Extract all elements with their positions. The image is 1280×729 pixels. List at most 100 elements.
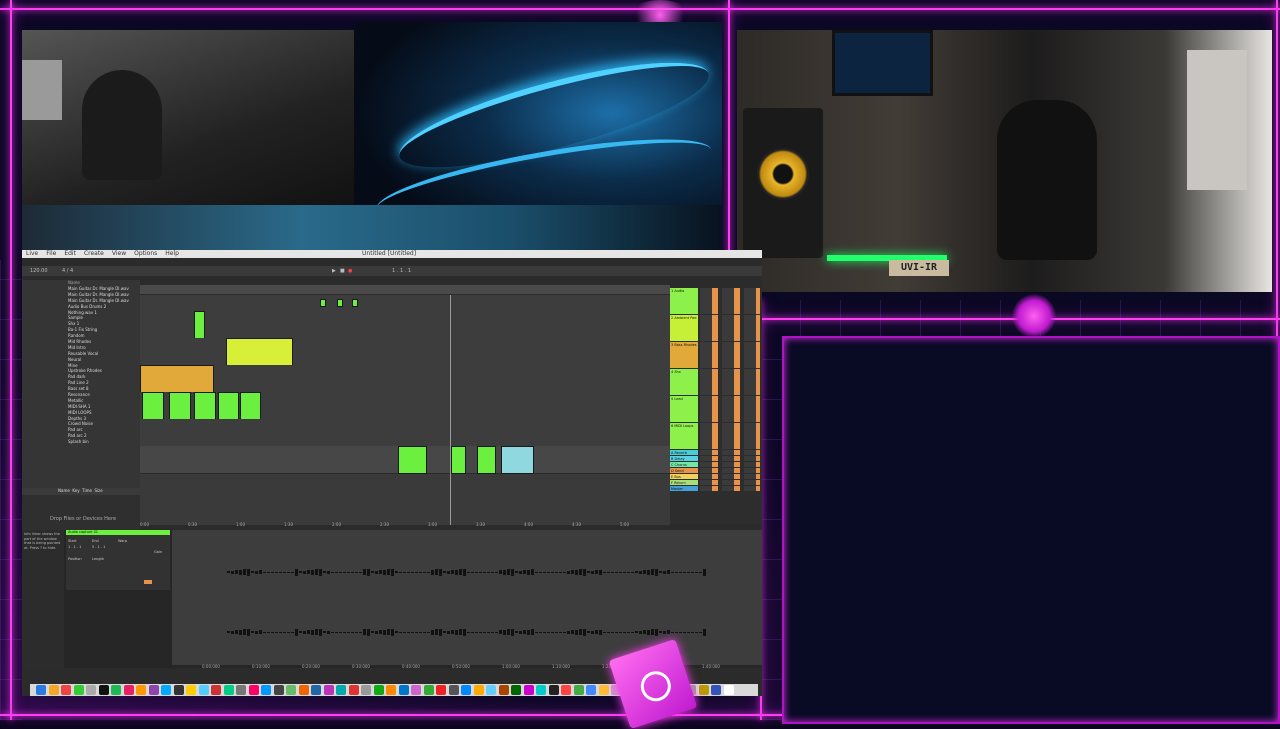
menu-item-help[interactable]: Help	[165, 250, 179, 257]
stop-button[interactable]: ■	[340, 266, 345, 276]
mixer-track-header[interactable]: E Bus	[670, 474, 698, 479]
dock-app-icon[interactable]	[136, 685, 146, 695]
dock-app-icon[interactable]	[436, 685, 446, 695]
dock-app-icon[interactable]	[348, 685, 359, 695]
dock-app-icon[interactable]	[111, 685, 121, 695]
dock-app-icon[interactable]	[273, 685, 284, 695]
midi-clip[interactable]	[218, 392, 239, 420]
dock-app-icon[interactable]	[536, 685, 546, 695]
record-button[interactable]: ●	[348, 266, 352, 276]
track-lane[interactable]	[140, 338, 670, 366]
browser-item[interactable]: Splash bin	[22, 439, 140, 445]
mixer-controls[interactable]	[700, 369, 760, 395]
dock-app-icon[interactable]	[498, 685, 509, 695]
mixer-controls[interactable]	[700, 396, 760, 422]
dock-app-icon[interactable]	[211, 685, 221, 695]
end-value[interactable]: 5 . 1 . 1	[92, 545, 105, 549]
browser-panel[interactable]: Name Main Guitar Dr. Mangle DI.wav Main G…	[22, 280, 140, 552]
mixer-controls[interactable]	[700, 450, 760, 455]
dock-app-icon[interactable]	[261, 685, 271, 695]
tempo-field[interactable]: 120.00	[30, 266, 48, 276]
mixer-controls[interactable]	[700, 480, 760, 485]
daw-window[interactable]: Live File Edit Create View Options Help Untitl…	[22, 250, 762, 696]
dock-app-icon[interactable]	[486, 685, 496, 695]
dock-app-icon[interactable]	[511, 685, 521, 695]
dock-app-icon[interactable]	[123, 685, 134, 695]
audio-clip[interactable]	[140, 365, 214, 393]
dock-app-icon[interactable]	[586, 685, 596, 695]
dock-app-icon[interactable]	[236, 685, 246, 695]
dock-app-icon[interactable]	[73, 685, 84, 695]
clip-name[interactable]: Audio capture 01	[66, 530, 170, 535]
mixer-controls[interactable]	[700, 342, 760, 368]
mixer-controls[interactable]	[700, 474, 760, 479]
mixer-track-header[interactable]: D Send	[670, 468, 698, 473]
midi-clip[interactable]	[477, 446, 496, 474]
dock-app-icon[interactable]	[173, 685, 184, 695]
dock-app-icon[interactable]	[711, 685, 721, 695]
dock-app-icon[interactable]	[448, 685, 459, 695]
mixer-track-header[interactable]: 5 Lead	[670, 396, 698, 422]
midi-clip[interactable]	[451, 446, 466, 474]
mixer-controls[interactable]	[700, 462, 760, 467]
track-lane[interactable]	[140, 419, 670, 447]
dock-app-icon[interactable]	[386, 685, 396, 695]
mixer-track-header[interactable]: 6 MIDI Loops	[670, 423, 698, 449]
track-lane[interactable]	[140, 392, 670, 420]
dock-app-icon[interactable]	[298, 685, 309, 695]
dock-app-icon[interactable]	[561, 685, 571, 695]
position-display[interactable]: 1 . 1 . 1	[392, 266, 411, 276]
dock-app-icon[interactable]	[423, 685, 434, 695]
audio-clip[interactable]	[501, 446, 534, 474]
mixer-track-header[interactable]: 3 Bass Rhodes	[670, 342, 698, 368]
loop-toggle[interactable]	[144, 580, 152, 584]
session-mixer[interactable]: 1 Audio 2 Ambient Pad 3 Bass Rhodes 4 Shx 5 …	[670, 288, 762, 524]
dock-app-icon[interactable]	[573, 685, 584, 695]
time-signature[interactable]: 4 / 4	[62, 266, 73, 276]
dock-app-icon[interactable]	[461, 685, 471, 695]
warp-label[interactable]: Warp	[118, 539, 127, 543]
dock-app-icon[interactable]	[86, 685, 96, 695]
dock-app-icon[interactable]	[473, 685, 484, 695]
dock-app-icon[interactable]	[186, 685, 196, 695]
mixer-controls[interactable]	[700, 486, 760, 491]
dock-app-icon[interactable]	[98, 685, 109, 695]
mixer-track-header[interactable]: 4 Shx	[670, 369, 698, 395]
dock-app-icon[interactable]	[61, 685, 71, 695]
midi-clip[interactable]	[352, 299, 358, 307]
dock-app-icon[interactable]	[248, 685, 259, 695]
midi-clip[interactable]	[337, 299, 343, 307]
menu-item-live[interactable]: Live	[26, 250, 38, 257]
menu-item-create[interactable]: Create	[84, 250, 104, 257]
track-lane[interactable]	[140, 311, 670, 339]
dock-app-icon[interactable]	[323, 685, 334, 695]
dock-app-icon[interactable]	[286, 685, 296, 695]
dock-app-icon[interactable]	[161, 685, 171, 695]
mixer-controls[interactable]	[700, 468, 760, 473]
dock-app-icon[interactable]	[523, 685, 534, 695]
mixer-track-header[interactable]: F Return	[670, 480, 698, 485]
dock-app-icon[interactable]	[361, 685, 371, 695]
mixer-track-header[interactable]: C Chorus	[670, 462, 698, 467]
midi-clip[interactable]	[398, 446, 427, 474]
midi-clip[interactable]	[194, 311, 205, 339]
dock-app-icon[interactable]	[698, 685, 709, 695]
mixer-track-header[interactable]: B Delay	[670, 456, 698, 461]
menu-item-options[interactable]: Options	[134, 250, 157, 257]
dock-app-icon[interactable]	[723, 685, 734, 695]
menu-item-file[interactable]: File	[46, 250, 56, 257]
dock-app-icon[interactable]	[36, 685, 46, 695]
mixer-track-header[interactable]: Master	[670, 486, 698, 491]
dock-app-icon[interactable]	[198, 685, 209, 695]
dock-app-icon[interactable]	[148, 685, 159, 695]
midi-clip[interactable]	[169, 392, 191, 420]
menu-list[interactable]: Live File Edit Create View Options Help	[22, 250, 187, 257]
dock-app-icon[interactable]	[311, 685, 321, 695]
dock-app-icon[interactable]	[336, 685, 346, 695]
dock-app-icon[interactable]	[548, 685, 559, 695]
arrangement-ruler[interactable]	[140, 285, 670, 294]
start-value[interactable]: 1 . 1 . 1	[68, 545, 81, 549]
menu-item-view[interactable]: View	[112, 250, 126, 257]
mixer-controls[interactable]	[700, 315, 760, 341]
clip-properties[interactable]: Audio capture 01 Start End 1 . 1 . 1 5 .…	[66, 530, 170, 590]
